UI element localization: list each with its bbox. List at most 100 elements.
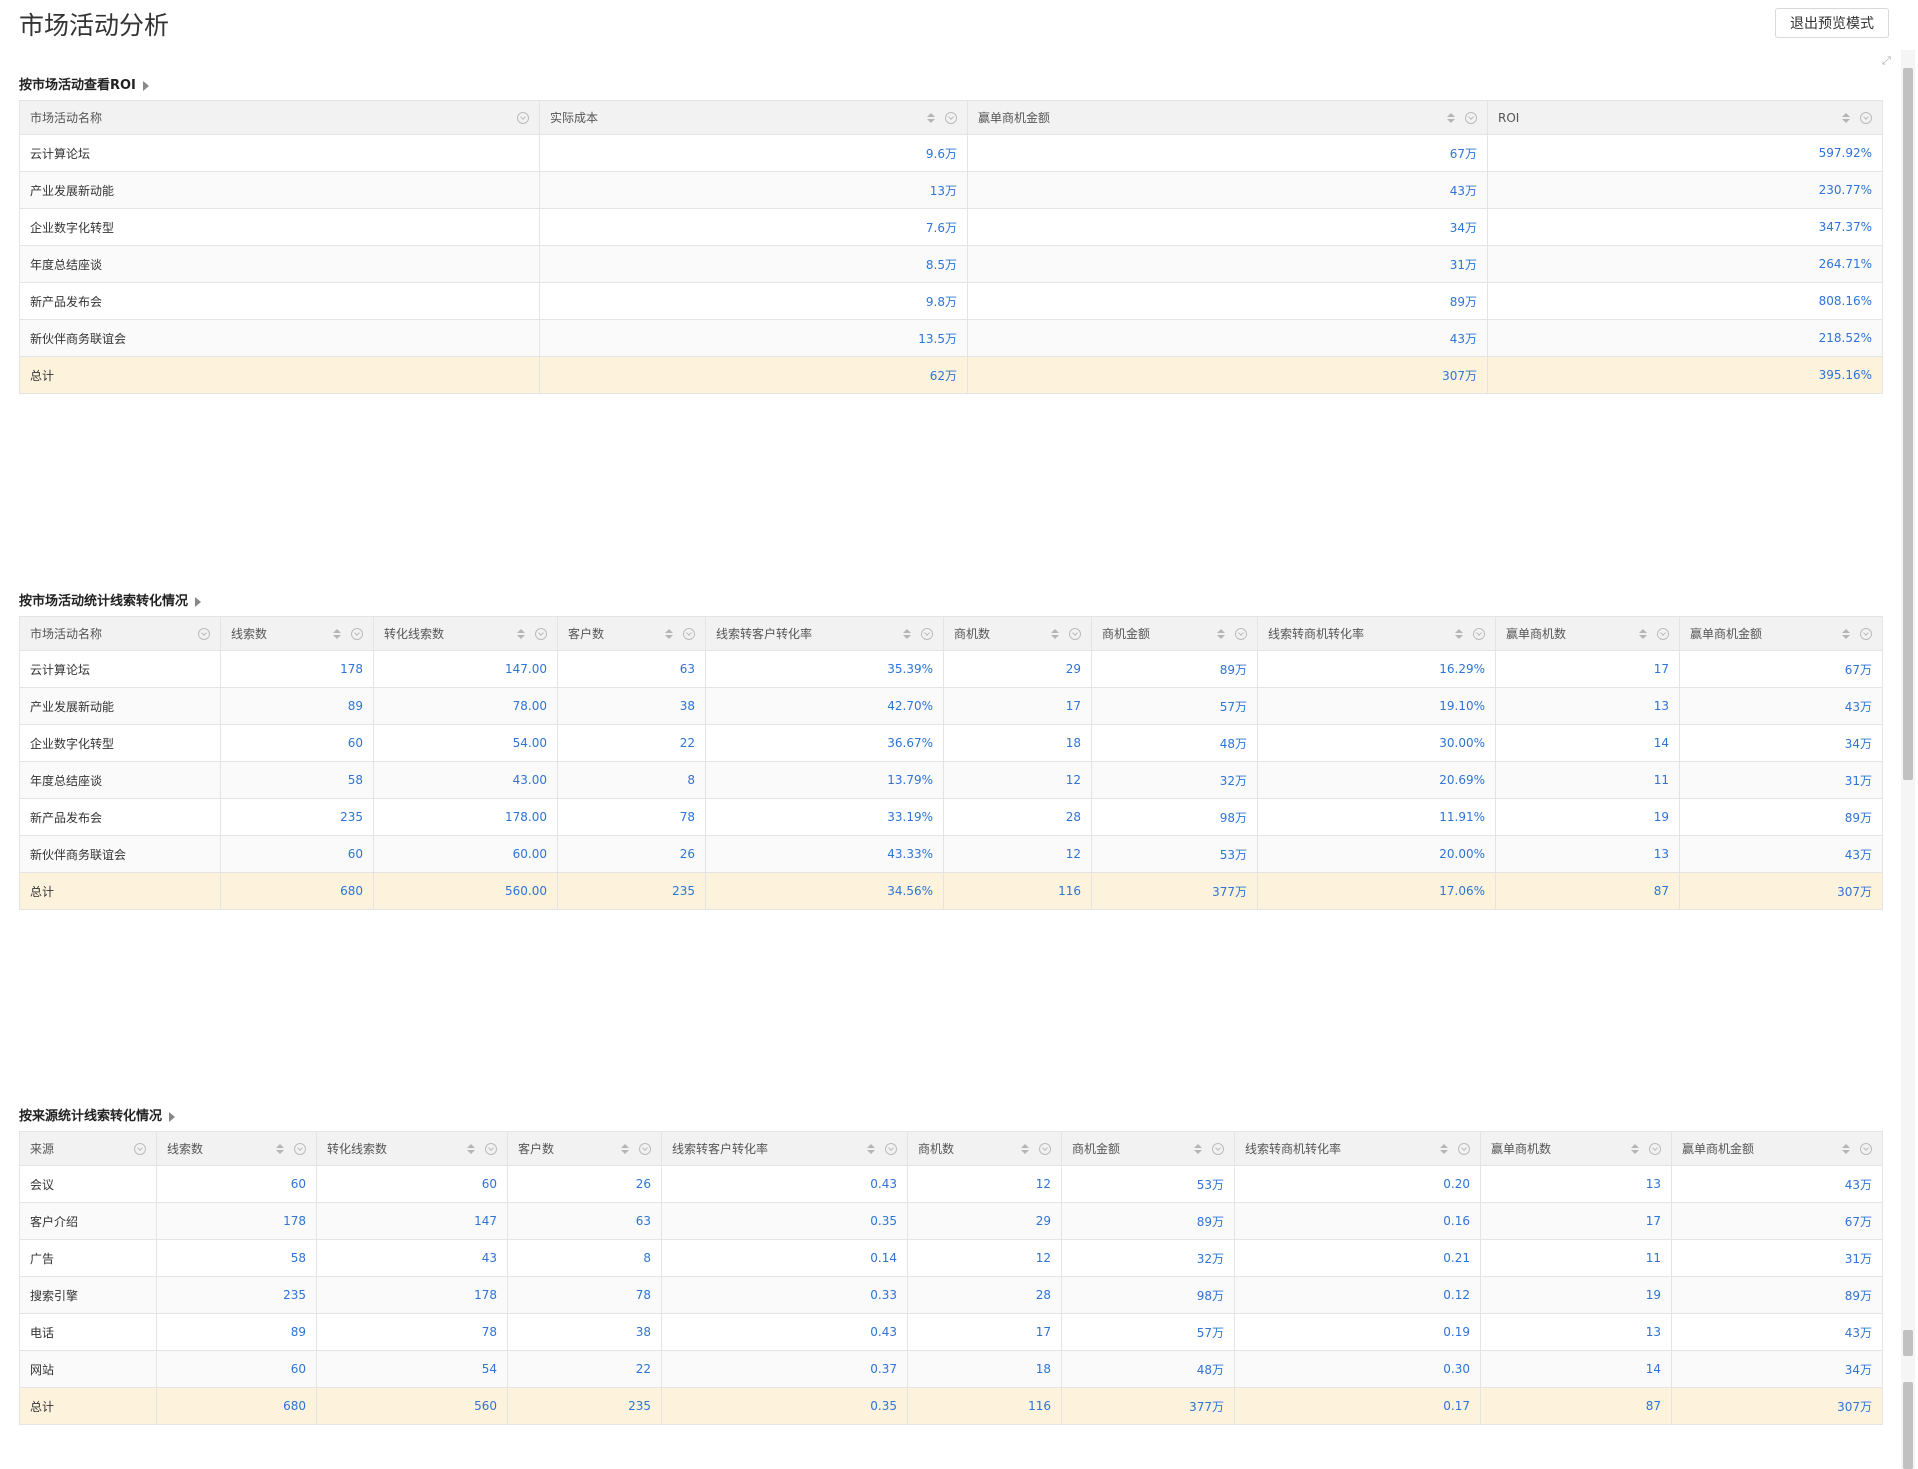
value-cell[interactable]: 14 (1480, 1350, 1672, 1388)
value-cell[interactable]: 89万 (1679, 798, 1883, 836)
value-cell[interactable]: 38 (507, 1313, 662, 1351)
column-header[interactable]: 赢单商机数 (1480, 1131, 1672, 1166)
value-cell[interactable]: 347.37% (1487, 208, 1883, 246)
value-cell[interactable]: 26 (557, 835, 706, 873)
column-header[interactable]: 线索数 (156, 1131, 317, 1166)
column-header[interactable]: 市场活动名称 (19, 616, 221, 651)
value-cell[interactable]: 235 (557, 872, 706, 910)
expand-caret-icon[interactable] (142, 81, 149, 91)
table-row[interactable]: 新产品发布会 9.8万 89万 808.16% (19, 282, 1883, 320)
scrollbar[interactable] (1901, 50, 1915, 1469)
value-cell[interactable]: 60 (156, 1165, 317, 1203)
value-cell[interactable]: 0.21 (1234, 1239, 1481, 1277)
value-cell[interactable]: 307万 (1679, 872, 1883, 910)
exit-preview-button[interactable]: 退出预览模式 (1775, 8, 1889, 38)
column-menu-chevron-icon[interactable] (885, 1142, 897, 1155)
value-cell[interactable]: 0.12 (1234, 1276, 1481, 1314)
value-cell[interactable]: 19 (1480, 1276, 1672, 1314)
column-menu-chevron-icon[interactable] (1473, 627, 1485, 640)
value-cell[interactable]: 235 (507, 1387, 662, 1425)
sort-icon[interactable] (1455, 628, 1463, 639)
value-cell[interactable]: 560 (316, 1387, 508, 1425)
value-cell[interactable]: 218.52% (1487, 319, 1883, 357)
value-cell[interactable]: 9.8万 (539, 282, 968, 320)
value-cell[interactable]: 307万 (1671, 1387, 1883, 1425)
value-cell[interactable]: 13 (1495, 687, 1680, 725)
column-menu-chevron-icon[interactable] (945, 111, 957, 124)
table-row[interactable]: 产业发展新动能 89 78.00 38 42.70% 17 57万 19.10% 13 43万 (19, 687, 1883, 725)
value-cell[interactable]: 7.6万 (539, 208, 968, 246)
column-menu-chevron-icon[interactable] (1649, 1142, 1661, 1155)
value-cell[interactable]: 377万 (1091, 872, 1258, 910)
column-menu-chevron-icon[interactable] (1235, 627, 1247, 640)
value-cell[interactable]: 13 (1480, 1313, 1672, 1351)
value-cell[interactable]: 17 (1480, 1202, 1672, 1240)
value-cell[interactable]: 67万 (1671, 1202, 1883, 1240)
table-row[interactable]: 客户介绍 178 147 63 0.35 29 89万 0.16 17 67万 (19, 1202, 1883, 1240)
column-menu-chevron-icon[interactable] (134, 1142, 146, 1155)
value-cell[interactable]: 54.00 (373, 724, 558, 762)
value-cell[interactable]: 57万 (1091, 687, 1258, 725)
sort-icon[interactable] (1842, 628, 1850, 639)
column-header[interactable]: 线索数 (220, 616, 374, 651)
value-cell[interactable]: 98万 (1061, 1276, 1235, 1314)
table-row[interactable]: 电话 89 78 38 0.43 17 57万 0.19 13 43万 (19, 1313, 1883, 1351)
column-menu-chevron-icon[interactable] (1458, 1142, 1470, 1155)
value-cell[interactable]: 98万 (1091, 798, 1258, 836)
column-header[interactable]: 赢单商机数 (1495, 616, 1680, 651)
value-cell[interactable]: 54 (316, 1350, 508, 1388)
value-cell[interactable]: 38 (557, 687, 706, 725)
value-cell[interactable]: 43 (316, 1239, 508, 1277)
table-row[interactable]: 云计算论坛 178 147.00 63 35.39% 29 89万 16.29% 17 67万 (19, 650, 1883, 688)
column-header[interactable]: 商机数 (907, 1131, 1062, 1166)
column-menu-chevron-icon[interactable] (1465, 111, 1477, 124)
value-cell[interactable]: 13.5万 (539, 319, 968, 357)
table-row[interactable]: 新产品发布会 235 178.00 78 33.19% 28 98万 11.91% 19 89万 (19, 798, 1883, 836)
value-cell[interactable]: 235 (156, 1276, 317, 1314)
value-cell[interactable]: 12 (907, 1165, 1062, 1203)
value-cell[interactable]: 235 (220, 798, 374, 836)
value-cell[interactable]: 63 (507, 1202, 662, 1240)
table-row[interactable]: 云计算论坛 9.6万 67万 597.92% (19, 134, 1883, 172)
value-cell[interactable]: 17 (943, 687, 1092, 725)
value-cell[interactable]: 67万 (1679, 650, 1883, 688)
value-cell[interactable]: 26 (507, 1165, 662, 1203)
column-header[interactable]: 商机数 (943, 616, 1092, 651)
column-header[interactable]: 线索转商机转化率 (1234, 1131, 1481, 1166)
value-cell[interactable]: 8 (507, 1239, 662, 1277)
column-menu-chevron-icon[interactable] (1069, 627, 1081, 640)
value-cell[interactable]: 12 (907, 1239, 1062, 1277)
column-header[interactable]: 来源 (19, 1131, 157, 1166)
value-cell[interactable]: 43万 (1679, 835, 1883, 873)
column-header[interactable]: 商机金额 (1061, 1131, 1235, 1166)
value-cell[interactable]: 57万 (1061, 1313, 1235, 1351)
value-cell[interactable]: 17 (1495, 650, 1680, 688)
value-cell[interactable]: 22 (557, 724, 706, 762)
table-row[interactable]: 企业数字化转型 7.6万 34万 347.37% (19, 208, 1883, 246)
fullscreen-icon[interactable]: ⤢ (1882, 55, 1894, 67)
total-row[interactable]: 总计 680 560 235 0.35 116 377万 0.17 87 307万 (19, 1387, 1883, 1425)
column-menu-chevron-icon[interactable] (1657, 627, 1669, 640)
value-cell[interactable]: 36.67% (705, 724, 944, 762)
value-cell[interactable]: 34.56% (705, 872, 944, 910)
value-cell[interactable]: 43万 (1671, 1313, 1883, 1351)
value-cell[interactable]: 42.70% (705, 687, 944, 725)
value-cell[interactable]: 13 (1480, 1165, 1672, 1203)
value-cell[interactable]: 11 (1495, 761, 1680, 799)
sort-icon[interactable] (1440, 1143, 1448, 1154)
column-menu-chevron-icon[interactable] (1039, 1142, 1051, 1155)
value-cell[interactable]: 30.00% (1257, 724, 1496, 762)
value-cell[interactable]: 35.39% (705, 650, 944, 688)
value-cell[interactable]: 43.33% (705, 835, 944, 873)
value-cell[interactable]: 60 (316, 1165, 508, 1203)
table-row[interactable]: 新伙伴商务联谊会 60 60.00 26 43.33% 12 53万 20.00% 13 43万 (19, 835, 1883, 873)
value-cell[interactable]: 230.77% (1487, 171, 1883, 209)
value-cell[interactable]: 264.71% (1487, 245, 1883, 283)
value-cell[interactable]: 43万 (1671, 1165, 1883, 1203)
value-cell[interactable]: 0.43 (661, 1165, 908, 1203)
value-cell[interactable]: 147.00 (373, 650, 558, 688)
table-row[interactable]: 新伙伴商务联谊会 13.5万 43万 218.52% (19, 319, 1883, 357)
column-header[interactable]: 客户数 (557, 616, 706, 651)
table-row[interactable]: 年度总结座谈 8.5万 31万 264.71% (19, 245, 1883, 283)
value-cell[interactable]: 89 (156, 1313, 317, 1351)
